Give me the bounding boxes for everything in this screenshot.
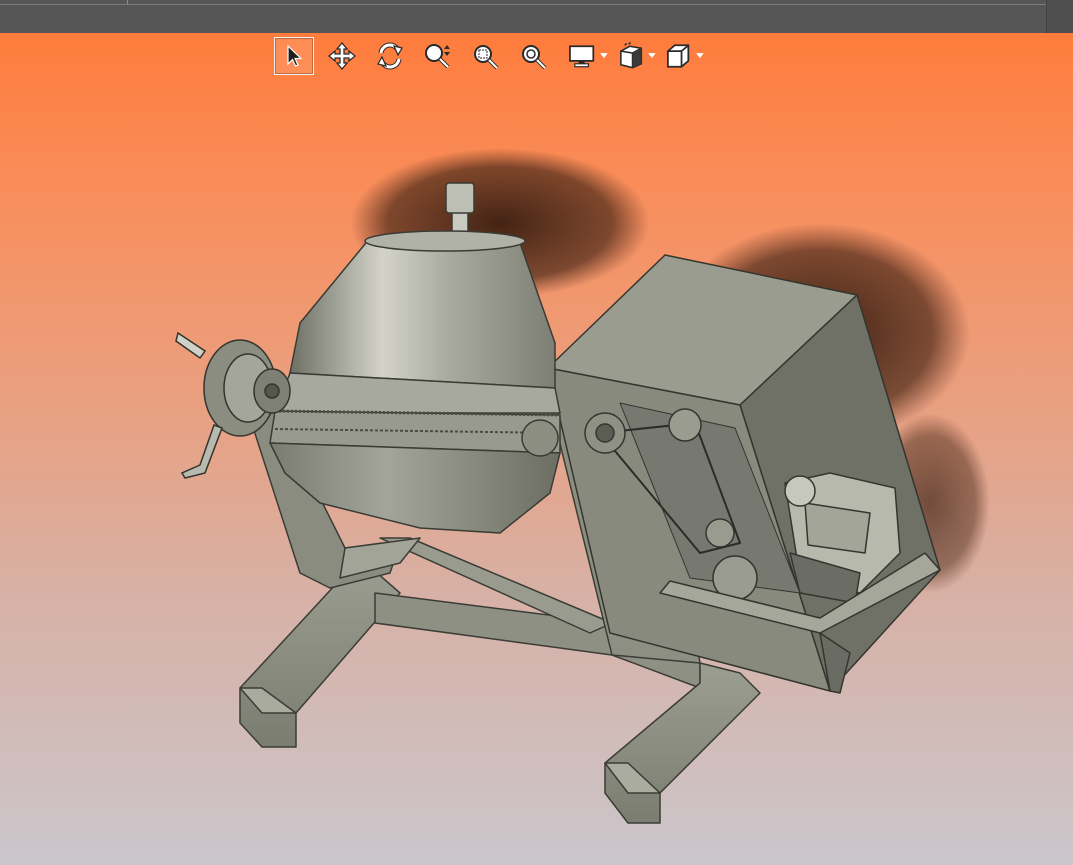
pan-tool-button[interactable] xyxy=(322,37,362,75)
model-scene[interactable] xyxy=(0,33,1073,865)
move-arrows-icon xyxy=(328,42,356,70)
window-corner-button[interactable] xyxy=(1046,0,1073,33)
title-bar-notch xyxy=(127,0,128,5)
chevron-down-icon xyxy=(696,53,704,58)
rotate-icon xyxy=(377,42,403,70)
zoom-tool-button[interactable] xyxy=(418,37,458,75)
monitor-icon xyxy=(569,45,595,68)
chevron-down-icon xyxy=(600,53,608,58)
view-cube-icon xyxy=(620,42,643,69)
projection-dropdown[interactable] xyxy=(658,37,704,75)
3d-viewport[interactable] xyxy=(0,33,1073,865)
view-orientation-dropdown[interactable] xyxy=(610,37,656,75)
view-toolbar xyxy=(274,36,706,76)
zoom-fit-icon xyxy=(522,45,547,70)
chevron-down-icon xyxy=(648,53,656,58)
rotate-tool-button[interactable] xyxy=(370,37,410,75)
box-outline-icon xyxy=(667,44,690,68)
select-tool-button[interactable] xyxy=(274,37,314,75)
title-bar-divider xyxy=(0,4,1073,5)
display-mode-dropdown[interactable] xyxy=(562,37,608,75)
zoom-window-tool-button[interactable] xyxy=(466,37,506,75)
zoom-updown-icon xyxy=(425,44,450,69)
arrow-cursor-icon xyxy=(287,44,303,67)
zoom-fit-tool-button[interactable] xyxy=(514,37,554,75)
title-bar xyxy=(0,0,1073,33)
zoom-window-icon xyxy=(474,45,499,70)
